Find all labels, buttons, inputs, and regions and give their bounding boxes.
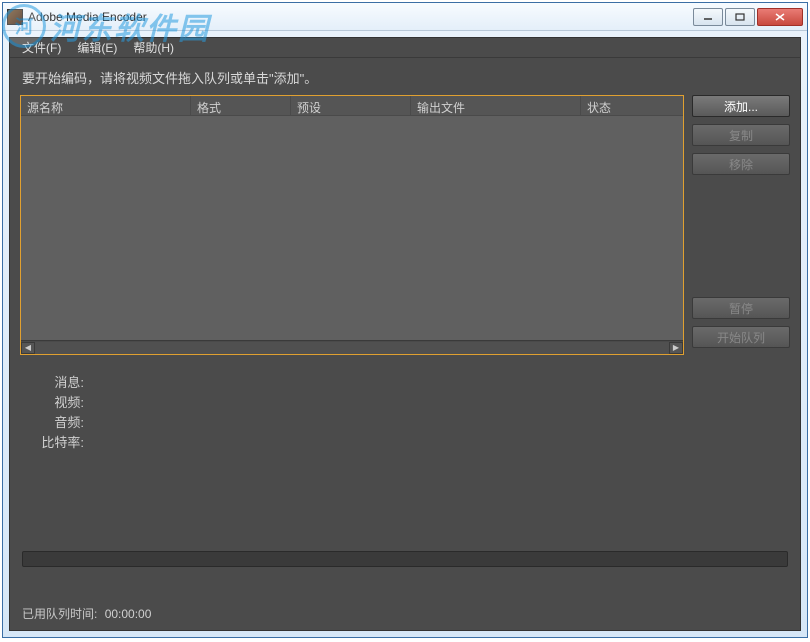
menu-file[interactable]: 文件(F) [14,37,69,58]
app-icon [7,9,23,25]
app-body: 文件(F) 编辑(E) 帮助(H) 要开始编码，请将视频文件拖入队列或单击"添加… [9,37,801,631]
start-queue-button[interactable]: 开始队列 [692,326,790,348]
footer: 已用队列时间: 00:00:00 [10,595,800,630]
elapsed-label: 已用队列时间: [22,607,97,621]
info-message-row: 消息: [22,373,788,393]
col-header-format[interactable]: 格式 [191,96,291,115]
info-audio-row: 音频: [22,413,788,433]
scroll-right-arrow[interactable]: ▶ [669,342,683,354]
menu-edit[interactable]: 编辑(E) [69,37,125,58]
window-controls [693,8,803,26]
maximize-button[interactable] [725,8,755,26]
progress-bar [22,551,788,567]
col-header-status[interactable]: 状态 [581,96,683,115]
duplicate-button[interactable]: 复制 [692,124,790,146]
scroll-left-arrow[interactable]: ◀ [21,342,35,354]
elapsed-value: 00:00:00 [105,607,152,621]
app-window: Adobe Media Encoder 文件(F) 编辑(E) 帮助(H) 要开… [2,2,808,638]
info-bitrate-row: 比特率: [22,433,788,453]
queue-header: 源名称 格式 预设 输出文件 状态 [21,96,683,116]
close-icon [775,13,785,21]
remove-button[interactable]: 移除 [692,153,790,175]
progress-wrap [22,551,788,567]
info-bitrate-label: 比特率: [22,433,84,453]
scroll-track[interactable] [35,342,669,354]
col-header-source[interactable]: 源名称 [21,96,191,115]
minimize-icon [703,13,713,21]
col-header-output[interactable]: 输出文件 [411,96,581,115]
queue-panel: 源名称 格式 预设 输出文件 状态 ◀ ▶ [20,95,684,355]
menubar: 文件(F) 编辑(E) 帮助(H) [10,38,800,58]
info-panel: 消息: 视频: 音频: 比特率: [10,355,800,461]
pause-button[interactable]: 暂停 [692,297,790,319]
window-title: Adobe Media Encoder [28,10,693,24]
info-audio-label: 音频: [22,413,84,433]
close-button[interactable] [757,8,803,26]
menu-help[interactable]: 帮助(H) [125,37,182,58]
col-header-preset[interactable]: 预设 [291,96,411,115]
main-row: 源名称 格式 预设 输出文件 状态 ◀ ▶ 添加... 复制 移除 暂停 [10,95,800,355]
minimize-button[interactable] [693,8,723,26]
info-video-label: 视频: [22,393,84,413]
instruction-text: 要开始编码，请将视频文件拖入队列或单击"添加"。 [10,58,800,95]
info-video-row: 视频: [22,393,788,413]
add-button[interactable]: 添加... [692,95,790,117]
queue-body[interactable] [21,116,683,340]
horizontal-scrollbar[interactable]: ◀ ▶ [21,340,683,354]
titlebar: Adobe Media Encoder [3,3,807,31]
spacer [692,182,790,297]
side-buttons: 添加... 复制 移除 暂停 开始队列 [692,95,790,355]
maximize-icon [735,13,745,21]
info-message-label: 消息: [22,373,84,393]
